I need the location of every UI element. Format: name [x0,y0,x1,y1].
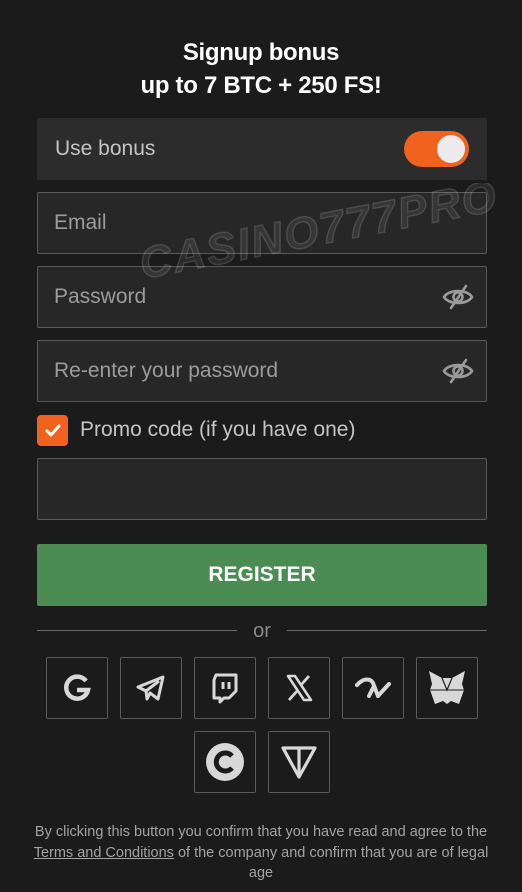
legal-notice: By clicking this button you confirm that… [30,822,492,884]
password-field-box [37,266,487,328]
twitch-icon [212,673,238,704]
promo-code-row: Promo code (if you have one) [37,414,487,446]
email-field-box [37,192,487,254]
telegram-login-button[interactable] [120,657,182,719]
coinbase-icon [206,743,244,781]
toggle-knob [437,135,465,163]
title-line-2: up to 7 BTC + 250 FS! [140,72,382,99]
email-field[interactable] [38,193,486,253]
reenter-password-field[interactable] [38,341,486,401]
title-line-1: Signup bonus [182,39,340,66]
ton-icon [281,746,317,779]
password-field[interactable] [38,267,486,327]
use-bonus-row: Use bonus [37,118,487,180]
twitch-login-button[interactable] [194,657,256,719]
register-button[interactable]: REGISTER [37,544,487,606]
walletconnect-login-button[interactable] [342,657,404,719]
checkmark-icon [45,424,61,437]
divider-line-right [287,630,487,631]
metamask-icon [429,671,465,704]
promo-code-label: Promo code (if you have one) [80,418,356,441]
metamask-login-button[interactable] [416,657,478,719]
legal-suffix: of the company and confirm that you are … [173,844,489,882]
walletconnect-icon [355,677,391,698]
coinbase-login-button[interactable] [194,731,256,793]
use-bonus-toggle[interactable] [404,131,469,167]
divider-or-text: or [253,620,271,642]
google-icon [64,674,91,701]
telegram-icon [136,675,165,701]
ton-login-button[interactable] [268,731,330,793]
signup-bonus-title: Signup bonus up to 7 BTC + 250 FS! [0,36,522,102]
promo-code-field-box [37,458,487,520]
eye-slash-icon[interactable] [442,357,474,385]
promo-code-field[interactable] [38,459,486,519]
x-icon [286,674,313,702]
terms-and-conditions-link[interactable]: Terms and Conditions [34,845,174,861]
use-bonus-label: Use bonus [55,137,156,160]
promo-code-checkbox[interactable] [37,415,68,446]
google-login-button[interactable] [46,657,108,719]
x-login-button[interactable] [268,657,330,719]
reenter-password-field-box [37,340,487,402]
legal-prefix: By clicking this button you confirm that… [34,824,488,840]
divider-line-left [37,630,237,631]
eye-slash-icon[interactable] [442,283,474,311]
